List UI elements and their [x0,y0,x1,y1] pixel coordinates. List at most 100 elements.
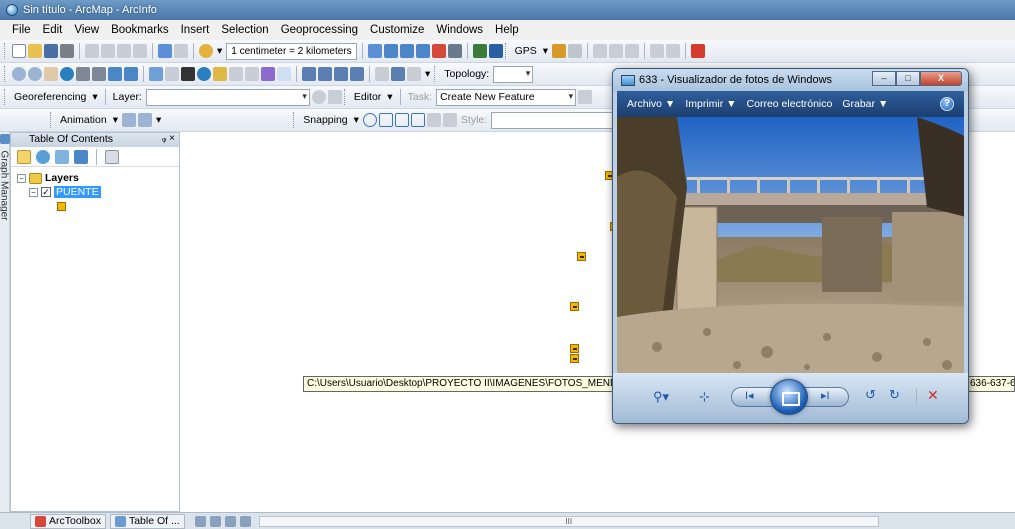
cut-icon[interactable] [85,44,99,58]
fixed-zoom-out-icon[interactable] [92,67,106,81]
list-by-selection-icon[interactable] [74,149,88,164]
collapse-icon[interactable]: − [29,187,38,197]
search-window-icon[interactable] [415,44,430,58]
toc-options-icon[interactable] [105,149,119,164]
text-tool-icon[interactable] [442,113,457,127]
menu-correo-electronico[interactable]: Correo electrónico [747,98,833,110]
menu-windows[interactable]: Windows [430,24,489,36]
clear-selection-icon[interactable] [165,67,179,81]
find-icon[interactable] [213,67,227,81]
paste-icon[interactable] [117,44,131,58]
rotate-icon[interactable] [311,90,326,104]
arctoolbox-tab[interactable]: ArcToolbox [30,513,106,529]
menu-file[interactable]: File [6,24,37,36]
select-elements-arrow-icon[interactable] [181,67,195,81]
list-by-drawing-order-icon[interactable] [17,149,31,164]
vertex-snapping-icon[interactable] [394,113,409,127]
menu-geoprocessing[interactable]: Geoprocessing [275,24,364,36]
feature-point[interactable] [570,354,579,363]
gps-tool-icon[interactable] [568,44,583,58]
zoom-out-icon[interactable] [28,67,42,81]
pan-hand-icon[interactable] [44,67,58,81]
go-to-xy-icon[interactable] [229,67,243,81]
gps-icon[interactable] [552,44,567,58]
gps-tool-icon[interactable] [609,44,624,58]
toolbar-overflow-icon[interactable]: ▾ [154,114,163,126]
add-control-points-icon[interactable] [327,90,342,104]
close-button[interactable]: X [920,71,962,86]
model-builder-icon[interactable] [472,44,487,58]
toolbar-grip[interactable] [4,89,7,105]
delete-icon[interactable] [133,44,147,58]
gps-tool-icon[interactable] [625,44,640,58]
redo-icon[interactable] [174,44,188,58]
menu-archivo[interactable]: Archivo ▼ [627,98,675,110]
rotate-left-icon[interactable]: ↺ [865,387,876,403]
toolbar-grip[interactable] [434,66,437,82]
collapse-icon[interactable]: − [17,173,26,183]
gps-tool-icon[interactable] [650,44,665,58]
toolbar-grip[interactable] [4,66,7,82]
snapping-menu-arrow[interactable]: ▾ [352,114,361,126]
graph-manager-tab[interactable]: Graph Manager [0,132,10,512]
flag-icon[interactable] [691,44,706,58]
binoculars-icon[interactable] [318,67,332,81]
editor-toolbar-icon[interactable] [367,44,382,58]
identify-icon[interactable] [197,67,211,81]
map-horizontal-scrollbar[interactable]: III [258,515,879,527]
toolbar-grip[interactable] [4,43,7,59]
print-icon[interactable] [60,44,74,58]
zoom-in-icon[interactable] [12,67,26,81]
style-select[interactable] [491,111,620,129]
gps-tool-icon[interactable] [593,44,608,58]
point-symbol-icon[interactable] [57,201,66,211]
feature-point[interactable] [577,252,586,261]
measure-icon[interactable] [245,67,259,81]
pause-drawing-icon[interactable] [239,515,251,527]
toolbar-grip[interactable] [50,112,53,128]
menu-imprimir[interactable]: Imprimir ▼ [685,98,736,110]
point-snapping-icon[interactable] [362,113,377,127]
delete-icon[interactable]: ✕ [927,387,939,404]
html-popup-icon[interactable] [277,67,291,81]
menu-selection[interactable]: Selection [215,24,274,36]
toolbar-grip[interactable] [343,89,347,105]
route-icon[interactable] [350,67,364,81]
layer-name[interactable]: PUENTE [54,186,101,198]
table-of-contents-tab[interactable]: Table Of ... [109,513,185,529]
slideshow-button[interactable] [770,379,808,415]
fixed-zoom-in-icon[interactable] [76,67,90,81]
add-data-dropdown[interactable]: ▾ [215,45,224,57]
georeferencing-menu[interactable]: Georeferencing [12,91,88,103]
editor-menu-arrow[interactable]: ▾ [385,91,394,103]
next-icon[interactable]: ▸I [821,389,830,402]
data-view-icon[interactable] [194,515,206,527]
list-by-source-icon[interactable] [36,149,50,164]
animation-controls-icon[interactable] [137,113,152,127]
layer-visibility-checkbox[interactable]: ✓ [41,187,51,197]
photo-viewer-titlebar[interactable]: 633 - Visualizador de fotos de Windows –… [613,69,968,91]
layout-view-icon[interactable] [209,515,221,527]
gps-dropdown-arrow[interactable]: ▾ [541,45,550,57]
gps-dropdown[interactable]: GPS [513,45,539,57]
menu-customize[interactable]: Customize [364,24,430,36]
full-extent-icon[interactable] [60,67,74,81]
edge-snapping-icon[interactable] [410,113,425,127]
whats-this-icon[interactable] [488,44,503,58]
menu-insert[interactable]: Insert [175,24,216,36]
arctoolbox-icon[interactable] [431,44,446,58]
animation-menu[interactable]: Animation [58,114,109,126]
zoom-icon[interactable]: ⚲▾ [653,389,669,405]
swipe-icon[interactable] [375,67,389,81]
layer-row-puente[interactable]: − ✓ PUENTE [17,185,173,199]
layer-symbol-row[interactable] [17,199,173,213]
minimize-button[interactable]: – [872,71,896,86]
menu-bookmarks[interactable]: Bookmarks [105,24,175,36]
open-folder-icon[interactable] [28,44,42,58]
toolbar-overflow-icon[interactable]: ▾ [423,68,432,80]
menu-view[interactable]: View [68,24,105,36]
snapping-menu[interactable]: Snapping [301,114,349,126]
new-document-icon[interactable] [12,44,26,58]
copy-icon[interactable] [101,44,115,58]
maximize-button[interactable]: □ [896,71,920,86]
